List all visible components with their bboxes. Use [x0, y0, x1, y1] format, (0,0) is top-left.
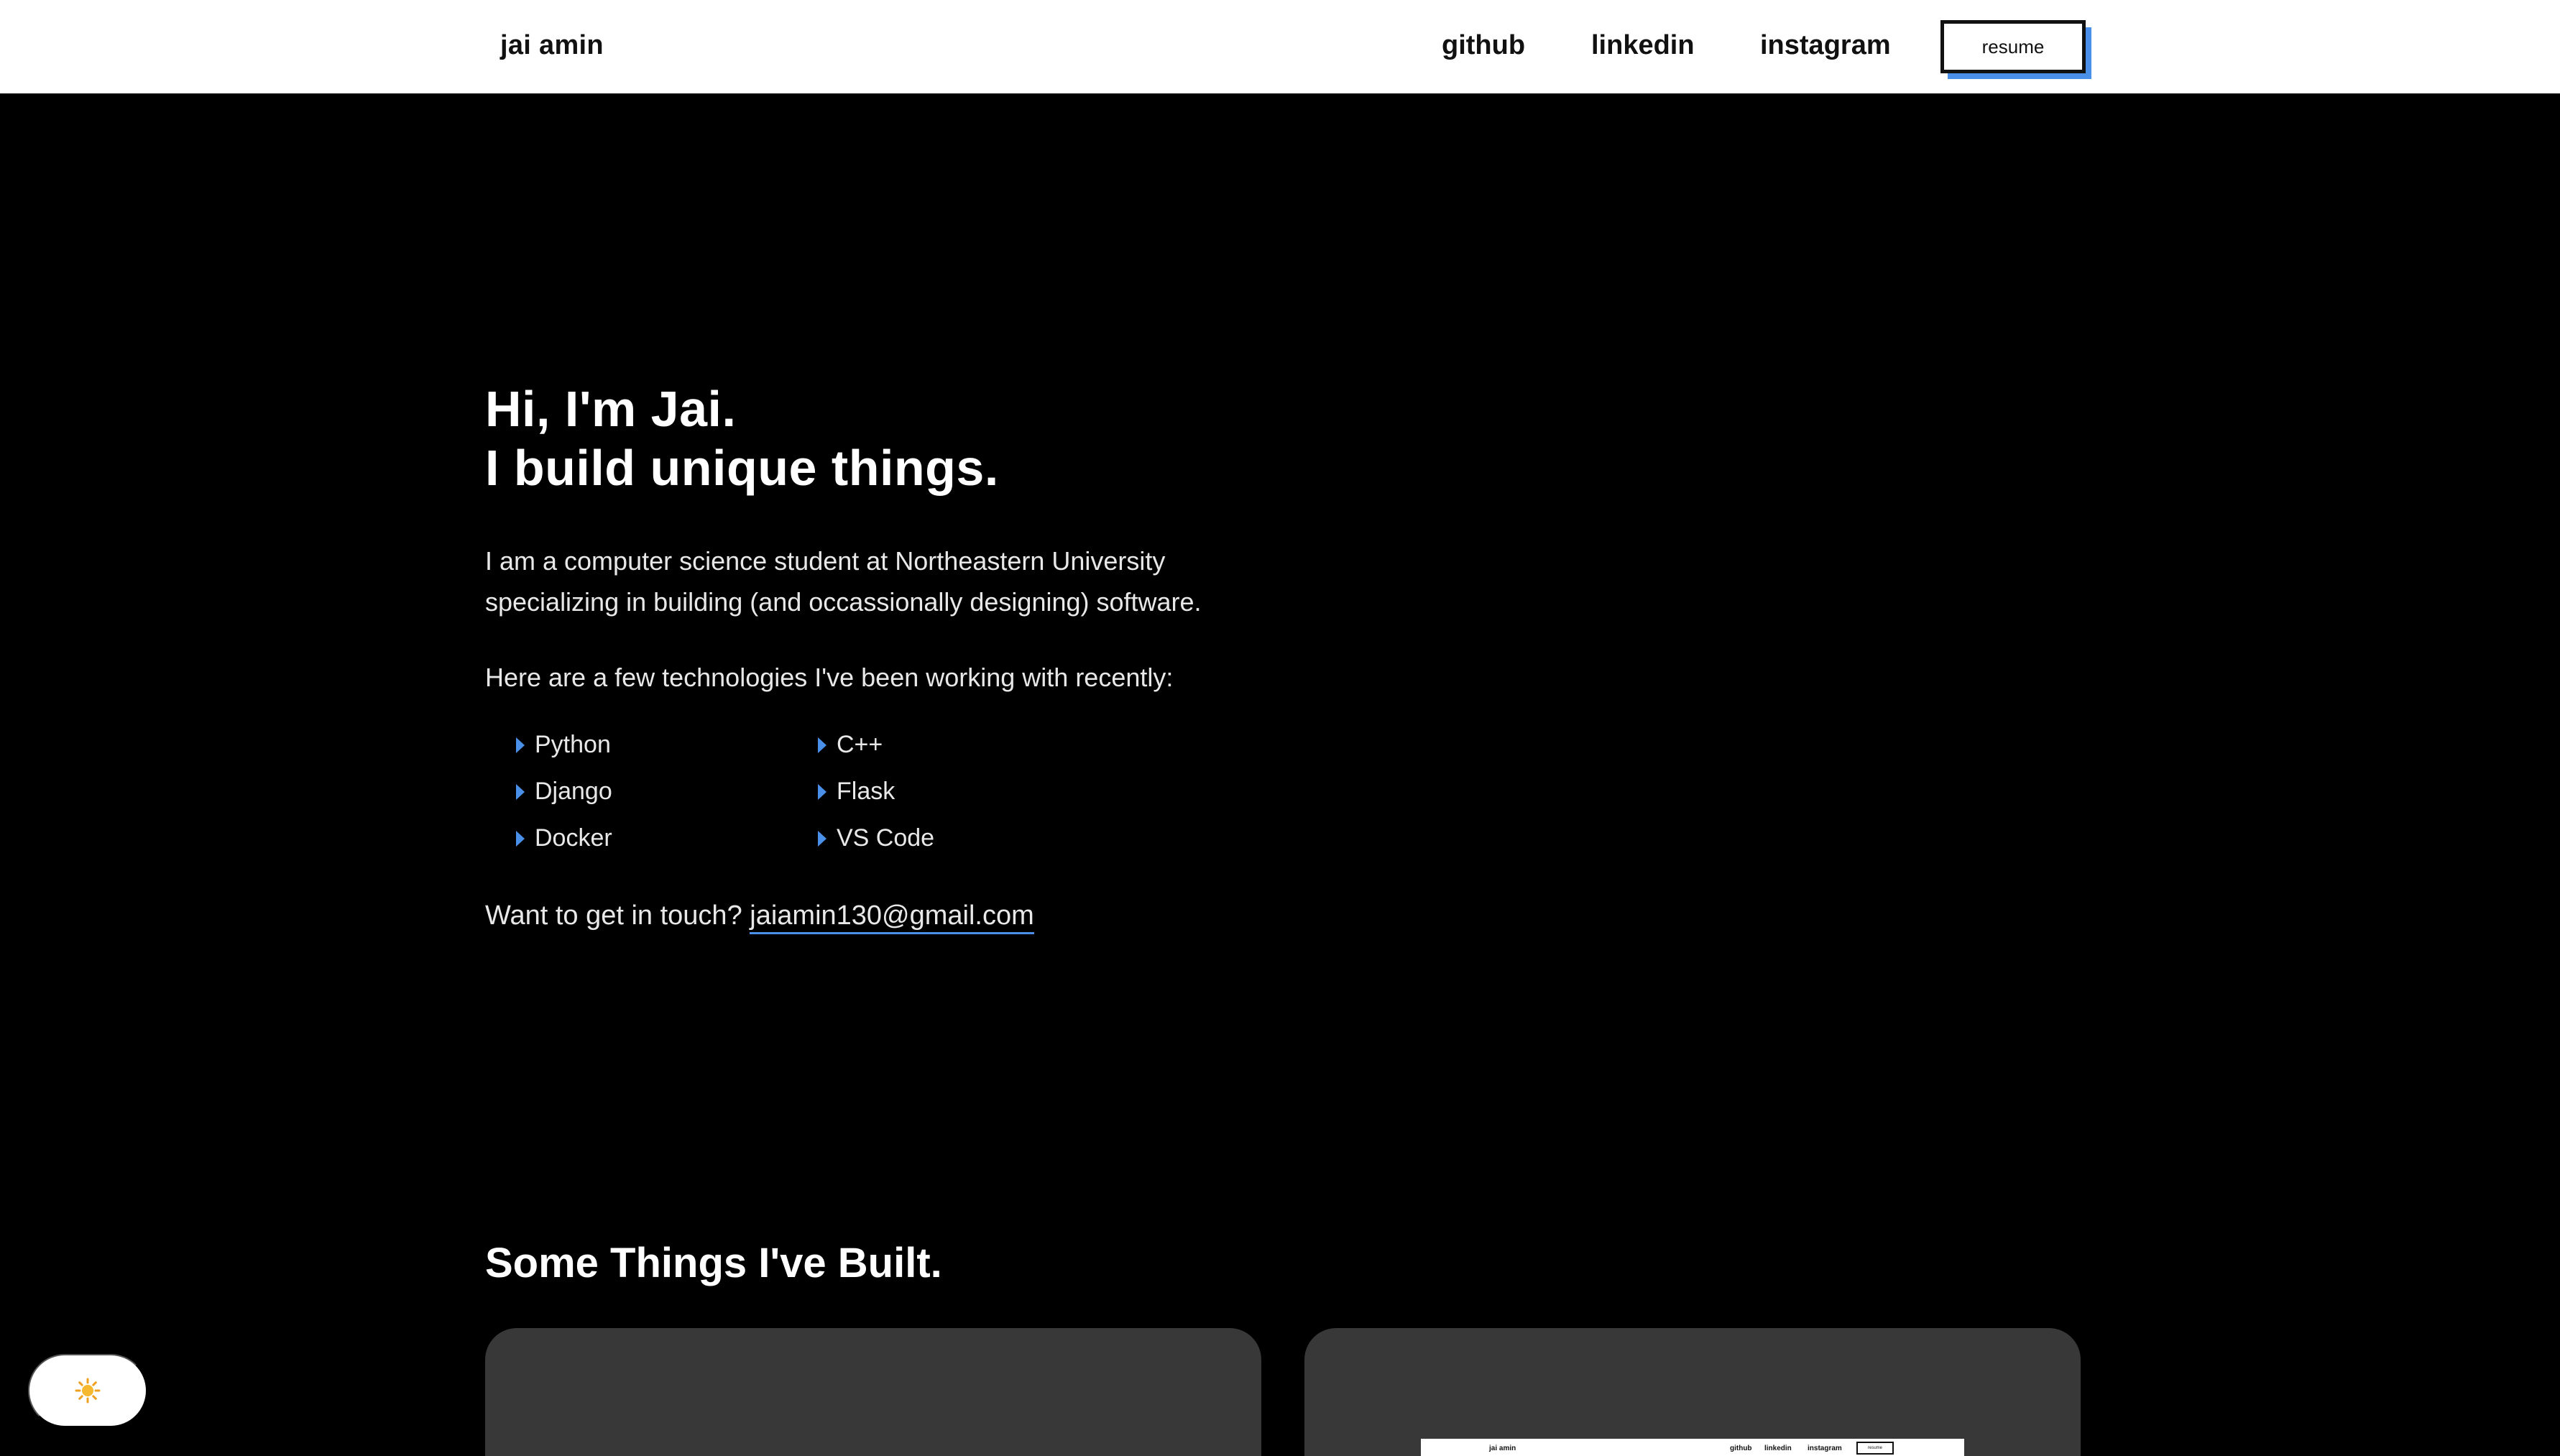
caret-right-icon	[818, 783, 827, 800]
caret-right-icon	[516, 830, 525, 847]
thumbnail-resume-button: resume	[1856, 1442, 1894, 1455]
nav-link-linkedin[interactable]: linkedin	[1591, 30, 1695, 61]
hero-description-line-2: specializing in building (and occassiona…	[485, 587, 1202, 617]
hero-description: I am a computer science student at North…	[485, 540, 1333, 622]
contact-line: Want to get in touch? jaiamin130@gmail.c…	[485, 900, 1034, 934]
nav-link-instagram[interactable]: instagram	[1760, 30, 1891, 61]
tech-item-docker: Docker	[516, 823, 818, 854]
thumbnail-brand: jai amin	[1489, 1445, 1516, 1452]
project-card[interactable]: jai amin github linkedin instagram resum…	[1304, 1328, 2081, 1456]
projects-section-title: Some Things I've Built.	[485, 1240, 942, 1286]
hero-title-line-1: Hi, I'm Jai.	[485, 381, 737, 437]
nav-link-github[interactable]: github	[1442, 30, 1525, 61]
contact-prompt: Want to get in touch?	[485, 900, 742, 931]
thumbnail-nav-linkedin: linkedin	[1764, 1445, 1792, 1452]
tech-label: Flask	[837, 778, 895, 805]
tech-label: C++	[837, 731, 883, 758]
thumbnail-nav-github: github	[1730, 1445, 1752, 1452]
hero-title-line-2: I build unique things.	[485, 440, 999, 496]
top-navbar: jai amin github linkedin instagram resum…	[0, 0, 2560, 93]
theme-toggle-button[interactable]	[28, 1354, 147, 1427]
tech-item-django: Django	[516, 776, 818, 807]
tech-item-flask: Flask	[818, 776, 1019, 807]
contact-email-link[interactable]: jaiamin130@gmail.com	[750, 900, 1034, 934]
tech-label: Django	[535, 778, 612, 805]
caret-right-icon	[516, 737, 525, 753]
project-thumbnail: jai amin github linkedin instagram resum…	[1421, 1439, 1964, 1456]
thumbnail-nav-instagram: instagram	[1808, 1445, 1842, 1452]
caret-right-icon	[818, 830, 827, 847]
page: jai amin github linkedin instagram resum…	[0, 0, 2560, 1456]
caret-right-icon	[516, 783, 525, 800]
project-card[interactable]	[485, 1328, 1261, 1456]
tech-item-python: Python	[516, 729, 818, 760]
tech-item-vscode: VS Code	[818, 823, 1019, 854]
tech-label: VS Code	[837, 824, 935, 852]
tech-intro: Here are a few technologies I've been wo…	[485, 663, 1174, 692]
tech-label: Docker	[535, 824, 612, 852]
resume-button[interactable]: resume	[1940, 20, 2086, 73]
hero-description-line-1: I am a computer science student at North…	[485, 546, 1166, 576]
caret-right-icon	[818, 737, 827, 753]
hero-title: Hi, I'm Jai. I build unique things.	[485, 379, 999, 497]
tech-label: Python	[535, 731, 611, 758]
site-brand[interactable]: jai amin	[500, 30, 604, 61]
tech-list: Python C++ Django Flask Docker VS Code	[516, 729, 1019, 854]
tech-item-cpp: C++	[818, 729, 1019, 760]
sun-icon	[75, 1378, 101, 1404]
